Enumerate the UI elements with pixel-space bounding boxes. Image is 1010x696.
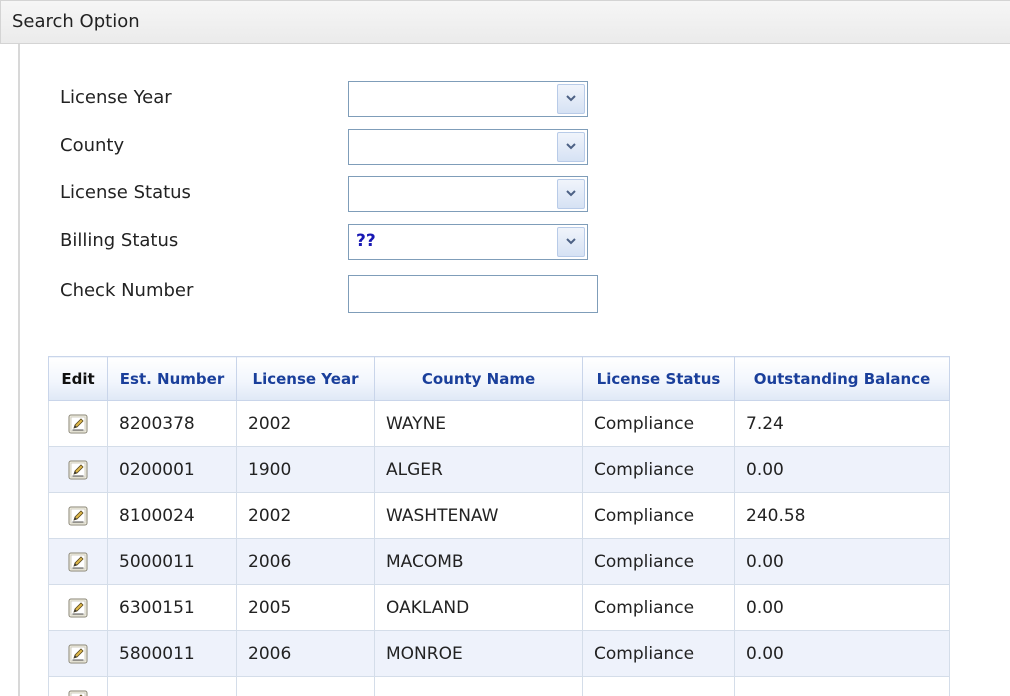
check-number-input[interactable]: [348, 275, 598, 313]
table-row: 5000011 2006 MACOMB Compliance 0.00: [48, 538, 950, 585]
edit-pencil-icon[interactable]: [68, 414, 88, 434]
license-status-cell: Compliance: [582, 630, 735, 677]
est-number-cell: 6300151: [107, 584, 237, 631]
license-status-cell: Compliance: [582, 400, 735, 447]
county-name-cell: [374, 676, 583, 696]
license-year-cell: 1900: [236, 446, 375, 493]
license-status-cell: Compliance: [582, 446, 735, 493]
edit-cell: [48, 400, 108, 447]
license-status-cell: Compliance: [582, 584, 735, 631]
license-year-cell: 2005: [236, 584, 375, 631]
edit-cell: [48, 584, 108, 631]
edit-pencil-icon[interactable]: [68, 506, 88, 526]
license-status-label: License Status: [60, 182, 191, 203]
chevron-down-icon[interactable]: [557, 84, 585, 114]
check-number-label: Check Number: [60, 280, 194, 301]
chevron-down-icon[interactable]: [557, 227, 585, 257]
edit-cell: [48, 676, 108, 696]
outstanding-balance-cell: 7.24: [734, 400, 950, 447]
license-year-cell: [236, 676, 375, 696]
license-year-cell: 2006: [236, 538, 375, 585]
table-row: 6300151 2005 OAKLAND Compliance 0.00: [48, 584, 950, 631]
license-year-select[interactable]: [348, 81, 588, 117]
est-number-cell: 0200001: [107, 446, 237, 493]
county-name-cell: MONROE: [374, 630, 583, 677]
est-number-cell: [107, 676, 237, 696]
search-option-header: Search Option: [0, 0, 1010, 44]
outstanding-balance-cell: 240.58: [734, 492, 950, 539]
outstanding-balance-cell: 0.00: [734, 630, 950, 677]
edit-cell: [48, 446, 108, 493]
outstanding-balance-cell: 0.00: [734, 538, 950, 585]
column-header-county-name[interactable]: County Name: [374, 356, 583, 401]
panel-left-border: [18, 44, 20, 696]
outstanding-balance-cell: 0.00: [734, 446, 950, 493]
edit-cell: [48, 630, 108, 677]
panel-title: Search Option: [12, 11, 140, 32]
edit-pencil-icon[interactable]: [68, 460, 88, 480]
chevron-down-icon[interactable]: [557, 132, 585, 162]
license-year-cell: 2006: [236, 630, 375, 677]
license-status-cell: Compliance: [582, 492, 735, 539]
column-header-license-year[interactable]: License Year: [236, 356, 375, 401]
license-status-cell: Compliance: [582, 538, 735, 585]
edit-cell: [48, 492, 108, 539]
county-name-cell: OAKLAND: [374, 584, 583, 631]
county-name-cell: WASHTENAW: [374, 492, 583, 539]
est-number-cell: 5000011: [107, 538, 237, 585]
column-header-license-status[interactable]: License Status: [582, 356, 735, 401]
column-header-outstanding-balance[interactable]: Outstanding Balance: [734, 356, 950, 401]
est-number-cell: 8100024: [107, 492, 237, 539]
county-name-cell: MACOMB: [374, 538, 583, 585]
license-year-cell: 2002: [236, 400, 375, 447]
table-row: 5800011 2006 MONROE Compliance 0.00: [48, 630, 950, 677]
license-year-label: License Year: [60, 87, 172, 108]
column-header-est-number[interactable]: Est. Number: [107, 356, 237, 401]
edit-pencil-icon[interactable]: [68, 598, 88, 618]
edit-cell: [48, 538, 108, 585]
county-select[interactable]: [348, 129, 588, 165]
results-table: Edit Est. Number License Year County Nam…: [48, 356, 950, 696]
table-row: 8200378 2002 WAYNE Compliance 7.24: [48, 400, 950, 447]
table-row: 8100024 2002 WASHTENAW Compliance 240.58: [48, 492, 950, 539]
edit-pencil-icon[interactable]: [68, 644, 88, 664]
est-number-cell: 5800011: [107, 630, 237, 677]
outstanding-balance-cell: [734, 676, 950, 696]
table-header-row: Edit Est. Number License Year County Nam…: [48, 356, 950, 401]
billing-status-select[interactable]: ??: [348, 224, 588, 260]
license-status-cell: [582, 676, 735, 696]
county-name-cell: WAYNE: [374, 400, 583, 447]
est-number-cell: 8200378: [107, 400, 237, 447]
license-year-cell: 2002: [236, 492, 375, 539]
county-name-cell: ALGER: [374, 446, 583, 493]
chevron-down-icon[interactable]: [557, 179, 585, 209]
billing-status-label: Billing Status: [60, 230, 179, 251]
license-status-select[interactable]: [348, 176, 588, 212]
column-header-edit[interactable]: Edit: [48, 356, 108, 401]
edit-pencil-icon[interactable]: [68, 552, 88, 572]
edit-pencil-icon[interactable]: [68, 690, 88, 696]
billing-status-value: ??: [356, 231, 376, 251]
table-row: [48, 676, 950, 696]
county-label: County: [60, 135, 125, 156]
table-row: 0200001 1900 ALGER Compliance 0.00: [48, 446, 950, 493]
outstanding-balance-cell: 0.00: [734, 584, 950, 631]
